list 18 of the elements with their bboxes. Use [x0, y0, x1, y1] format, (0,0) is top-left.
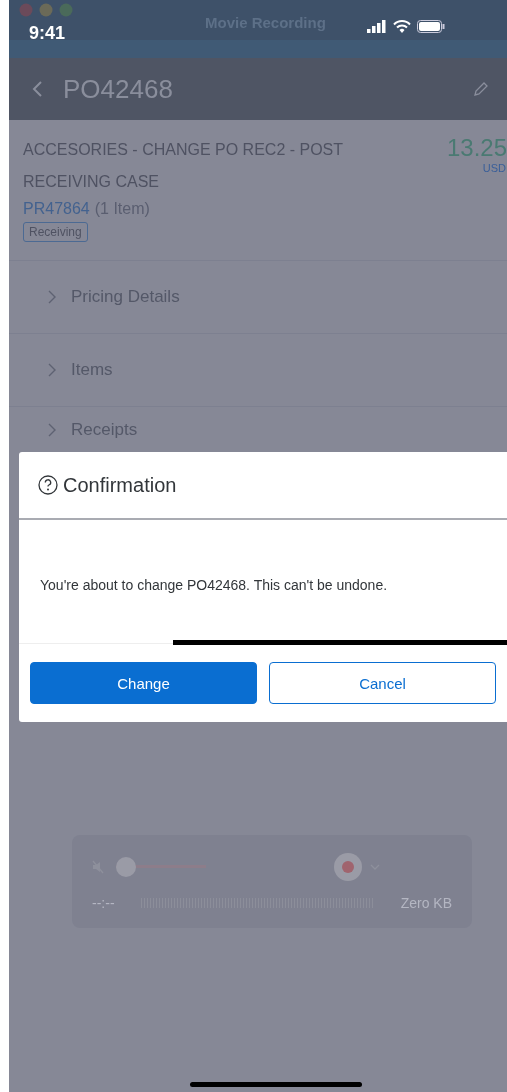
confirm-button[interactable]: Change [30, 662, 257, 704]
battery-icon [417, 19, 445, 33]
back-icon[interactable] [31, 80, 43, 98]
status-time: 9:41 [29, 22, 66, 44]
dialog-title: Confirmation [63, 473, 177, 497]
elapsed-time: --:-- [92, 894, 115, 911]
requisition-link[interactable]: PR47864 [23, 200, 90, 218]
amount: 13.25 [446, 134, 507, 162]
question-icon [38, 475, 58, 495]
dialog-message: You're about to change PO42468. This can't be undone. [40, 577, 388, 593]
edit-icon[interactable] [473, 81, 489, 97]
cancel-button[interactable]: Cancel [269, 662, 496, 704]
signal-icon [367, 19, 387, 33]
record-icon[interactable] [334, 852, 362, 881]
currency: USD [482, 162, 506, 174]
slider-thumb[interactable] [116, 856, 136, 877]
wifi-icon [393, 19, 411, 33]
page-title: PO42468 [63, 73, 173, 105]
